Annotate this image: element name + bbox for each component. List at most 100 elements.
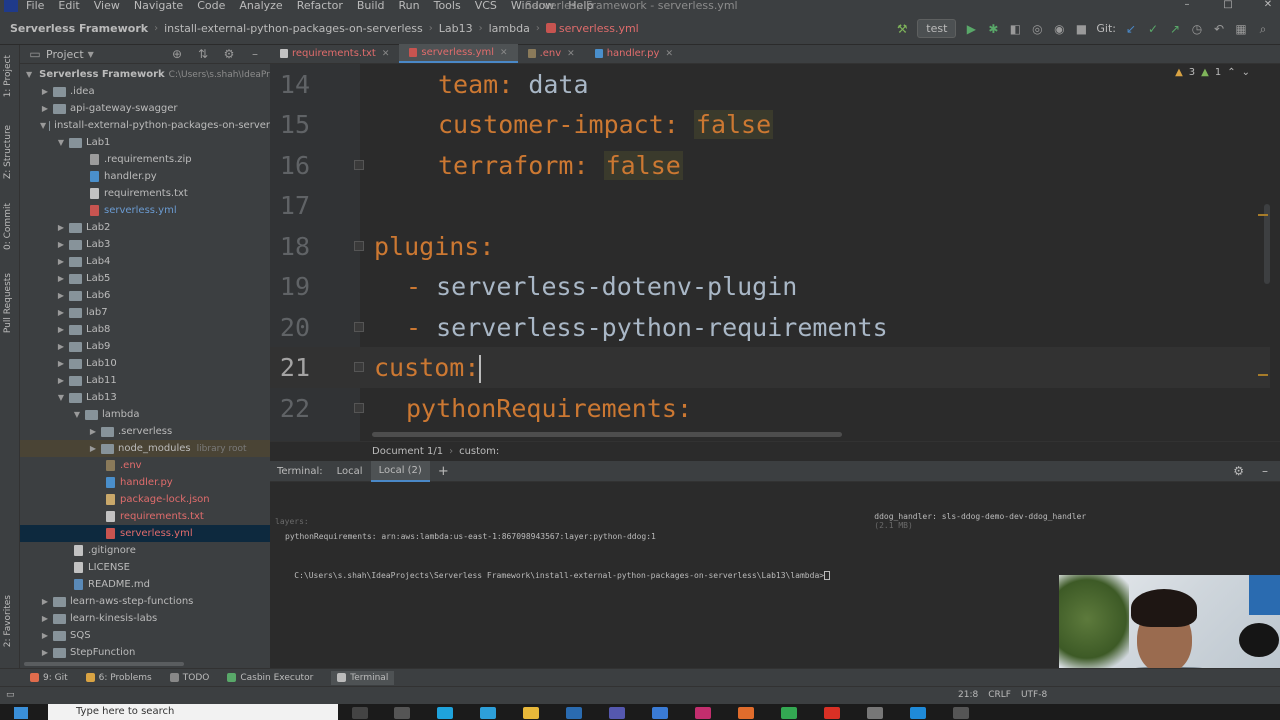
profile-icon[interactable]: ◎: [1030, 22, 1044, 36]
tree-row[interactable]: ▶ learn-kinesis-labs: [20, 610, 270, 627]
build-hammer-icon[interactable]: ⚒: [895, 22, 909, 36]
tool-casbin[interactable]: Casbin Executor: [227, 673, 313, 683]
debug-icon[interactable]: ✱: [986, 22, 1000, 36]
breadcrumb-file[interactable]: serverless.yml: [559, 22, 639, 35]
tab-favorites[interactable]: 2: Favorites: [3, 595, 13, 647]
app-icon[interactable]: [437, 707, 453, 719]
windows-start-icon[interactable]: [14, 707, 28, 719]
app-icon[interactable]: [953, 707, 969, 719]
chevron-down-icon[interactable]: ▼: [56, 393, 66, 402]
tree-row[interactable]: ▼ install-external-python-packages-on-se…: [20, 117, 270, 134]
fold-marker-icon[interactable]: [354, 403, 364, 413]
tree-row[interactable]: ▶ Lab2: [20, 219, 270, 236]
chevron-right-icon[interactable]: ▶: [56, 257, 66, 266]
breadcrumb-lambda[interactable]: lambda: [489, 22, 530, 35]
run-config-select[interactable]: test: [917, 19, 957, 38]
chevron-right-icon[interactable]: ▶: [56, 376, 66, 385]
edge-icon[interactable]: [480, 707, 496, 719]
new-terminal-plus-icon[interactable]: +: [430, 460, 457, 483]
app-icon[interactable]: [867, 707, 883, 719]
caret-position[interactable]: 21:8: [958, 690, 978, 700]
calculator-icon[interactable]: [652, 707, 668, 719]
close-icon[interactable]: ✕: [382, 49, 390, 59]
tree-row[interactable]: ▼ lambda: [20, 406, 270, 423]
editor-tab-requirements[interactable]: requirements.txt ✕: [270, 44, 399, 63]
tool-todo[interactable]: TODO: [169, 673, 209, 683]
tab-structure[interactable]: Z: Structure: [3, 125, 13, 179]
breadcrumb-root[interactable]: Serverless Framework: [10, 22, 148, 35]
chevron-right-icon[interactable]: ▶: [56, 274, 66, 283]
tree-row[interactable]: requirements.txt: [20, 185, 270, 202]
terminal-tab-local[interactable]: Local: [329, 462, 371, 481]
history-icon[interactable]: ◷: [1190, 22, 1204, 36]
project-horizontal-scrollbar[interactable]: [20, 660, 270, 668]
chevron-right-icon[interactable]: ▶: [56, 291, 66, 300]
file-encoding[interactable]: UTF-8: [1021, 690, 1047, 700]
git-update-icon[interactable]: ↙: [1124, 22, 1138, 36]
chevron-right-icon[interactable]: ▶: [56, 325, 66, 334]
tree-row[interactable]: LICENSE: [20, 559, 270, 576]
tree-row[interactable]: ▶ Lab8: [20, 321, 270, 338]
git-commit-icon[interactable]: ✓: [1146, 22, 1160, 36]
chrome-alt-icon[interactable]: [824, 707, 840, 719]
chevron-down-icon[interactable]: ▼: [26, 70, 32, 79]
tree-row[interactable]: .requirements.zip: [20, 151, 270, 168]
editor-tab-env[interactable]: .env ✕: [518, 44, 585, 63]
fold-marker-icon[interactable]: [354, 241, 364, 251]
editor-tab-handler[interactable]: handler.py ✕: [585, 44, 683, 63]
menu-tools[interactable]: Tools: [434, 0, 461, 12]
menu-file[interactable]: File: [26, 0, 44, 12]
editor-tab-serverless[interactable]: serverless.yml ✕: [399, 44, 518, 63]
scrollbar-thumb[interactable]: [24, 662, 184, 666]
chevron-right-icon[interactable]: ▶: [56, 359, 66, 368]
tree-row[interactable]: ▶ Lab6: [20, 287, 270, 304]
chevron-right-icon[interactable]: ▶: [88, 444, 98, 453]
tab-project[interactable]: 1: Project: [3, 55, 13, 97]
chevron-right-icon[interactable]: ▶: [56, 308, 66, 317]
tool-problems[interactable]: 6: Problems: [85, 673, 152, 683]
tree-row[interactable]: handler.py: [20, 168, 270, 185]
fold-marker-icon[interactable]: [354, 322, 364, 332]
tab-commit[interactable]: 0: Commit: [3, 203, 13, 250]
tree-row[interactable]: .gitignore: [20, 542, 270, 559]
search-icon[interactable]: [352, 707, 368, 719]
gear-icon[interactable]: ⚙: [222, 47, 236, 61]
document-indicator[interactable]: Document 1/1: [372, 446, 443, 457]
postman-icon[interactable]: [738, 707, 754, 719]
minimize-icon[interactable]: –: [1177, 0, 1197, 12]
chevron-right-icon[interactable]: ▶: [40, 614, 50, 623]
locate-file-icon[interactable]: ⊕: [170, 47, 184, 61]
error-stripe-mark[interactable]: [1258, 374, 1268, 376]
chevron-down-icon[interactable]: ▼: [88, 50, 94, 59]
tree-row[interactable]: README.md: [20, 576, 270, 593]
chevron-right-icon[interactable]: ▶: [40, 104, 50, 113]
code-editor[interactable]: ▲ 3 ▲ 1 ⌃ ⌄ 14 team: data 15 customer-im…: [270, 64, 1270, 441]
tree-row[interactable]: ▶ SQS: [20, 627, 270, 644]
tree-row[interactable]: ▶ learn-aws-step-functions: [20, 593, 270, 610]
task-view-icon[interactable]: [394, 707, 410, 719]
git-push-icon[interactable]: ↗: [1168, 22, 1182, 36]
rollback-icon[interactable]: ↶: [1212, 22, 1226, 36]
menu-build[interactable]: Build: [357, 0, 385, 12]
tree-row[interactable]: ▶ api-gateway-swagger: [20, 100, 270, 117]
collapse-all-icon[interactable]: ⇅: [196, 47, 210, 61]
maximize-icon[interactable]: □: [1218, 0, 1238, 12]
status-layout-icon[interactable]: ▭: [6, 690, 15, 700]
tab-pull-requests[interactable]: Pull Requests: [3, 273, 13, 333]
vscode-icon[interactable]: [910, 707, 926, 719]
hide-panel-icon[interactable]: –: [1262, 464, 1268, 478]
hide-panel-icon[interactable]: –: [248, 47, 262, 61]
chevron-down-icon[interactable]: ▼: [72, 410, 82, 419]
tree-row[interactable]: ▶ Lab4: [20, 253, 270, 270]
build-project-icon[interactable]: ◉: [1052, 22, 1066, 36]
tree-row[interactable]: handler.py: [20, 474, 270, 491]
project-structure-icon[interactable]: ▦: [1234, 22, 1248, 36]
teams-icon[interactable]: [609, 707, 625, 719]
fold-marker-icon[interactable]: [354, 160, 364, 170]
tree-row[interactable]: ▶ node_modules library root: [20, 440, 270, 457]
chevron-right-icon[interactable]: ▶: [40, 597, 50, 606]
menu-run[interactable]: Run: [399, 0, 420, 12]
taskbar-search-input[interactable]: Type here to search: [48, 704, 338, 720]
search-everywhere-icon[interactable]: ⌕: [1256, 22, 1270, 36]
gear-icon[interactable]: ⚙: [1233, 464, 1244, 478]
